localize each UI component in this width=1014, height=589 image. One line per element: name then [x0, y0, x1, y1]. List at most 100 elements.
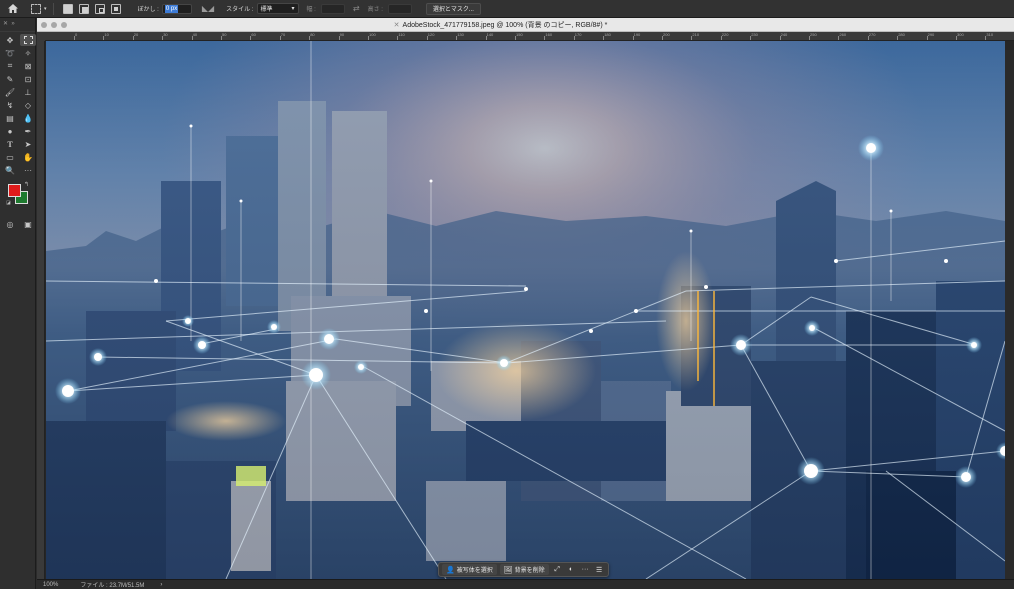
default-colors-icon[interactable]: ◪ [6, 200, 11, 206]
ruler-tick-mark [985, 36, 987, 40]
ruler-tick-label: 310 [986, 32, 994, 37]
width-field[interactable] [320, 3, 345, 14]
quick-mask-icon[interactable]: ◎ [2, 218, 18, 230]
shape-tool-icon[interactable]: ▭ [2, 151, 18, 163]
ruler-tick-mark [867, 36, 869, 40]
dodge-tool-icon[interactable]: ● [2, 125, 18, 137]
foreground-color-swatch[interactable] [8, 184, 21, 197]
home-button[interactable] [0, 0, 26, 18]
swap-colors-icon[interactable]: ↰ [24, 181, 29, 188]
minimize-window-icon[interactable] [51, 21, 57, 28]
ruler-tick-mark [250, 36, 252, 40]
style-select[interactable]: 標準 ▾ [256, 3, 299, 14]
remove-background-button[interactable]: 🖼 背景を削除 [499, 564, 549, 575]
zoom-level[interactable]: 100% [43, 582, 58, 588]
horizontal-ruler[interactable]: 0 10 20 30 40 50 60 70 80 90 100 110 120 130 140 150 160… [45, 32, 1014, 41]
ruler-tick-label: 40 [192, 32, 198, 37]
anti-alias-icon[interactable]: ◣◢ [202, 4, 214, 13]
rect-marquee-tool-icon[interactable] [20, 34, 36, 46]
rect-marquee-icon [31, 3, 41, 14]
stamp-tool-icon[interactable]: ⊥ [20, 86, 36, 98]
person-icon: 👤 [446, 566, 455, 574]
image-canvas[interactable] [46, 41, 1005, 579]
document-tab[interactable]: ✕ AdobeStock_471779158.jpeg @ 100% (背景 のコ… [37, 18, 1014, 32]
more-tools-icon[interactable]: ··· [20, 164, 36, 176]
ruler-tick-label: 160 [545, 32, 553, 37]
vertical-ruler[interactable] [37, 41, 45, 579]
ruler-tick-label: 100 [369, 32, 376, 37]
blur-tool-icon[interactable]: 💧 [20, 112, 36, 124]
new-selection-icon[interactable] [62, 3, 73, 14]
frame-tool-icon[interactable]: ⊠ [20, 60, 36, 72]
ruler-tick-mark [426, 36, 428, 40]
pen-tool-icon[interactable]: ✒ [20, 125, 36, 137]
ruler-tick-label: 240 [780, 32, 788, 37]
ruler-tick-label: 250 [810, 32, 817, 37]
ruler-tick-mark [309, 36, 311, 40]
ruler-tick-label: 260 [839, 32, 847, 37]
chevron-down-icon: ▾ [291, 6, 295, 12]
ruler-tick-label: 30 [163, 32, 168, 37]
canvas-right-margin [1005, 50, 1014, 579]
add-to-selection-icon[interactable] [78, 3, 89, 14]
zoom-tool-icon[interactable]: 🔍 [2, 164, 18, 176]
eraser-tool-icon[interactable]: ◇ [20, 99, 36, 111]
ruler-tick-label: 230 [751, 32, 758, 37]
ruler-tick-mark [926, 36, 928, 40]
ruler-tick-mark [720, 36, 722, 40]
ruler-tick-label: 10 [104, 32, 109, 37]
ruler-tick-label: 270 [868, 32, 876, 37]
ruler-tick-mark [573, 36, 575, 40]
adjustment-icon[interactable]: ◐ [566, 564, 577, 575]
swap-icon[interactable]: ⇄ [353, 4, 360, 13]
file-info[interactable]: ファイル : 23.7M/51.5M [80, 580, 144, 589]
ruler-tick-label: 300 [957, 32, 964, 37]
select-subject-button[interactable]: 👤 被写体を選択 [442, 564, 497, 575]
ruler-tick-label: 80 [310, 32, 315, 37]
ruler-tick-label: 0 [75, 32, 78, 37]
ruler-tick-label: 170 [574, 32, 582, 37]
close-icon[interactable]: ✕ [394, 22, 400, 29]
eyedropper-tool-icon[interactable]: ✎ [2, 73, 18, 85]
ruler-tick-label: 60 [251, 32, 256, 37]
document-title: ✕ AdobeStock_471779158.jpeg @ 100% (背景 のコ… [393, 21, 608, 29]
width-label: 幅 : [306, 7, 316, 13]
object-select-icon[interactable]: ⊡ [20, 73, 36, 85]
chevron-down-icon: ▾ [44, 5, 47, 12]
intersect-selection-icon[interactable] [110, 3, 121, 14]
home-icon [8, 4, 18, 13]
more-options-icon[interactable]: ··· [580, 564, 591, 575]
magic-wand-tool-icon[interactable]: ✧ [20, 47, 36, 59]
screen-mode-icon[interactable]: ▣ [20, 218, 36, 230]
crop-tool-icon[interactable]: ⌗ [2, 60, 18, 72]
transform-icon[interactable]: ⤢ [552, 564, 563, 575]
ruler-origin[interactable] [37, 32, 45, 41]
move-tool-icon[interactable]: ✥ [2, 34, 18, 46]
close-window-icon[interactable] [41, 21, 47, 28]
path-select-icon[interactable]: ➤ [20, 138, 36, 150]
subtract-from-selection-icon[interactable] [94, 3, 105, 14]
chevron-right-icon[interactable]: › [160, 582, 162, 588]
select-and-mask-button[interactable]: 選択とマスク... [425, 2, 481, 15]
feather-input[interactable]: 0 px [161, 3, 192, 14]
marquee-tool-preset[interactable]: ▾ [28, 3, 47, 14]
height-field[interactable] [387, 3, 412, 14]
hand-tool-icon[interactable]: ✋ [20, 151, 36, 163]
brush-tool-icon[interactable]: 🖌 [2, 86, 18, 98]
settings-sliders-icon[interactable]: ☰ [594, 564, 605, 575]
type-tool-icon[interactable]: T [2, 138, 18, 150]
gradient-tool-icon[interactable]: ▤ [2, 112, 18, 124]
ruler-tick-mark [74, 36, 75, 40]
color-swatches: ◪ ↰ [4, 181, 31, 210]
ruler-tick-mark [132, 36, 134, 40]
ruler-tick-mark [515, 36, 516, 40]
ruler-tick-label: 290 [927, 32, 935, 37]
document-window: ✕ AdobeStock_471779158.jpeg @ 100% (背景 のコ… [37, 18, 1014, 589]
ruler-tick-mark [456, 36, 458, 40]
panel-grip[interactable]: ✕ » [0, 18, 35, 32]
ruler-tick-label: 50 [222, 32, 227, 37]
lasso-tool-icon[interactable]: ➰ [2, 47, 18, 59]
history-brush-icon[interactable]: ↯ [2, 99, 18, 111]
window-controls [41, 21, 67, 28]
options-bar: ▾ ぼかし : 0 px ◣◢ スタイル : 標準 ▾ 幅 : ⇄ 高さ : 選択… [0, 0, 1014, 18]
